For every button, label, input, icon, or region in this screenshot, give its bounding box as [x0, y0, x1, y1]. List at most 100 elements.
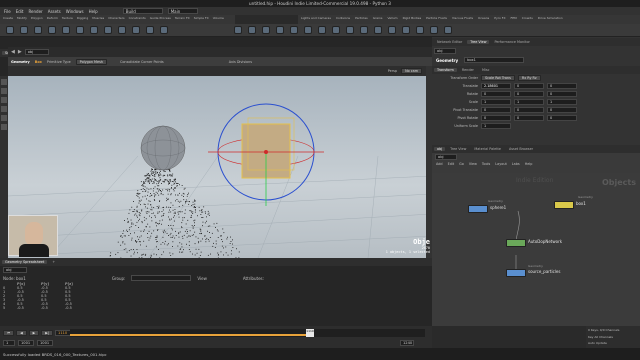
- forward-arrow-icon[interactable]: ▶: [18, 49, 22, 55]
- network-menu-add[interactable]: Add: [436, 162, 443, 166]
- consolidate-checkbox-label[interactable]: Consolidate Corner Points: [120, 60, 164, 64]
- shelf-tab[interactable]: Crowds: [521, 16, 534, 20]
- tab-asset-browser[interactable]: Asset Browser: [506, 147, 536, 151]
- environment-light-tool-icon[interactable]: [332, 26, 340, 34]
- playhead[interactable]: 1110: [306, 329, 314, 337]
- tab-transform[interactable]: Transform: [434, 68, 457, 72]
- primitive-type-select[interactable]: Polygon Mesh: [75, 58, 107, 65]
- volume-light-tool-icon[interactable]: [304, 26, 312, 34]
- shelf-tab[interactable]: Particles: [354, 16, 369, 20]
- table-row[interactable]: 5 -0.5 -0.5 -0.5: [3, 306, 89, 310]
- node-source-particles[interactable]: [506, 269, 526, 277]
- tab-network-obj[interactable]: obj: [434, 147, 446, 151]
- end-frame-field[interactable]: 1001: [18, 340, 34, 346]
- shelf-tab[interactable]: FEM: [510, 16, 518, 20]
- params-path[interactable]: obj: [434, 48, 456, 54]
- shelf-tab[interactable]: Texture: [61, 16, 74, 20]
- context-select[interactable]: Main: [167, 8, 198, 14]
- network-menu-view[interactable]: View: [469, 162, 477, 166]
- shelf-tab[interactable]: Vellum: [386, 16, 398, 20]
- node-autodopnetwork[interactable]: [506, 239, 526, 247]
- translate-y-field[interactable]: 0: [514, 83, 544, 89]
- caustic-light-tool-icon[interactable]: [374, 26, 382, 34]
- shelf-tab[interactable]: Viscous Fluids: [451, 16, 474, 20]
- scale-tool-icon[interactable]: [1, 106, 7, 112]
- transform-order-select[interactable]: Scale Rot Trans: [481, 75, 515, 81]
- start-frame-field[interactable]: 1: [3, 340, 15, 346]
- next-key-icon[interactable]: ▶|: [41, 330, 54, 336]
- move-tool-icon[interactable]: [1, 88, 7, 94]
- circle-tool-icon[interactable]: [104, 26, 112, 34]
- point-light-tool-icon[interactable]: [248, 26, 256, 34]
- switcher-tool-icon[interactable]: [444, 26, 452, 34]
- shelf-tab[interactable]: Simple FX: [193, 16, 210, 20]
- pivot-handle[interactable]: [264, 150, 268, 154]
- sphere-tool-icon[interactable]: [20, 26, 28, 34]
- tab-material-palette[interactable]: Material Palette: [471, 147, 504, 151]
- first-frame-icon[interactable]: ⏮: [3, 330, 15, 336]
- geometry-light-tool-icon[interactable]: [290, 26, 298, 34]
- torus-tool-icon[interactable]: [48, 26, 56, 34]
- auto-update-select[interactable]: Auto Update: [586, 340, 640, 346]
- curve-tool-icon[interactable]: [118, 26, 126, 34]
- rotate-x-field[interactable]: 0: [481, 91, 511, 97]
- shelf-tab[interactable]: Rigid Bodies: [402, 16, 423, 20]
- translate-z-field[interactable]: 0: [547, 83, 577, 89]
- network-menu-go[interactable]: Go: [459, 162, 464, 166]
- area-light-tool-icon[interactable]: [276, 26, 284, 34]
- portal-light-tool-icon[interactable]: [388, 26, 396, 34]
- tab-geometry-spreadsheet[interactable]: Geometry Spreadsheet: [2, 260, 48, 264]
- scale-x-field[interactable]: 1: [481, 99, 511, 105]
- line-tool-icon[interactable]: [90, 26, 98, 34]
- menu-render[interactable]: Render: [28, 9, 42, 14]
- spreadsheet-view-label[interactable]: View: [197, 276, 207, 281]
- pivot-translate-x-field[interactable]: 0: [481, 107, 511, 113]
- menu-help[interactable]: Help: [89, 9, 98, 14]
- pivot-translate-z-field[interactable]: 0: [547, 107, 577, 113]
- range-start-field[interactable]: 1001: [37, 340, 53, 346]
- node-name-field[interactable]: box1: [464, 57, 525, 63]
- viewport-path-field[interactable]: obj: [24, 49, 49, 55]
- shelf-tab[interactable]: Muscles: [91, 16, 105, 20]
- prev-key-icon[interactable]: ◀: [16, 330, 27, 336]
- menu-windows[interactable]: Windows: [66, 9, 84, 14]
- timeline-track[interactable]: 1110: [70, 329, 425, 337]
- rotate-tool-icon[interactable]: [1, 97, 7, 103]
- 3d-viewport[interactable]: [8, 76, 432, 258]
- scale-z-field[interactable]: 1: [547, 99, 577, 105]
- camera-menu[interactable]: No cam: [401, 68, 422, 74]
- shelf-tab[interactable]: Collisions: [335, 16, 351, 20]
- tab-render[interactable]: Render: [459, 68, 477, 72]
- ambient-light-tool-icon[interactable]: [402, 26, 410, 34]
- rotate-y-field[interactable]: 0: [514, 91, 544, 97]
- tab-misc[interactable]: Misc: [479, 68, 493, 72]
- network-path[interactable]: obj: [435, 154, 457, 160]
- handle-tool-icon[interactable]: [1, 115, 7, 121]
- vr-camera-tool-icon[interactable]: [430, 26, 438, 34]
- network-menu-layout[interactable]: Layout: [495, 162, 507, 166]
- back-arrow-icon[interactable]: ◀: [11, 49, 15, 55]
- spot-light-tool-icon[interactable]: [262, 26, 270, 34]
- select-tool-icon[interactable]: [1, 79, 7, 85]
- tube-tool-icon[interactable]: [34, 26, 42, 34]
- gi-light-tool-icon[interactable]: [360, 26, 368, 34]
- tab-add[interactable]: +: [49, 260, 58, 264]
- shelf-tab[interactable]: Characters: [107, 16, 125, 20]
- network-menu-labs[interactable]: Labs: [512, 162, 520, 166]
- pivot-rotate-z-field[interactable]: 0: [547, 115, 577, 121]
- pivot-rotate-x-field[interactable]: 0: [481, 115, 511, 121]
- translate-x-field[interactable]: 2.18601: [481, 83, 511, 89]
- grid-tool-icon[interactable]: [62, 26, 70, 34]
- shelf-tab[interactable]: Polygon: [30, 16, 44, 20]
- view-tool-icon[interactable]: [1, 124, 7, 130]
- shelf-tab[interactable]: Constraints: [128, 16, 147, 20]
- uniform-scale-field[interactable]: 1: [481, 123, 511, 129]
- box-tool-icon[interactable]: [6, 26, 14, 34]
- node-box1[interactable]: [554, 201, 574, 209]
- network-canvas[interactable]: Objects Indie Edition Geometry sphere1 G…: [432, 173, 640, 326]
- menu-edit[interactable]: Edit: [16, 9, 24, 14]
- rotation-order-select[interactable]: Rx Ry Rz: [517, 75, 541, 81]
- tab-performance-monitor[interactable]: Performance Monitor: [491, 40, 532, 44]
- shelf-tab[interactable]: Modify: [16, 16, 28, 20]
- camera-tool-icon[interactable]: [234, 26, 242, 34]
